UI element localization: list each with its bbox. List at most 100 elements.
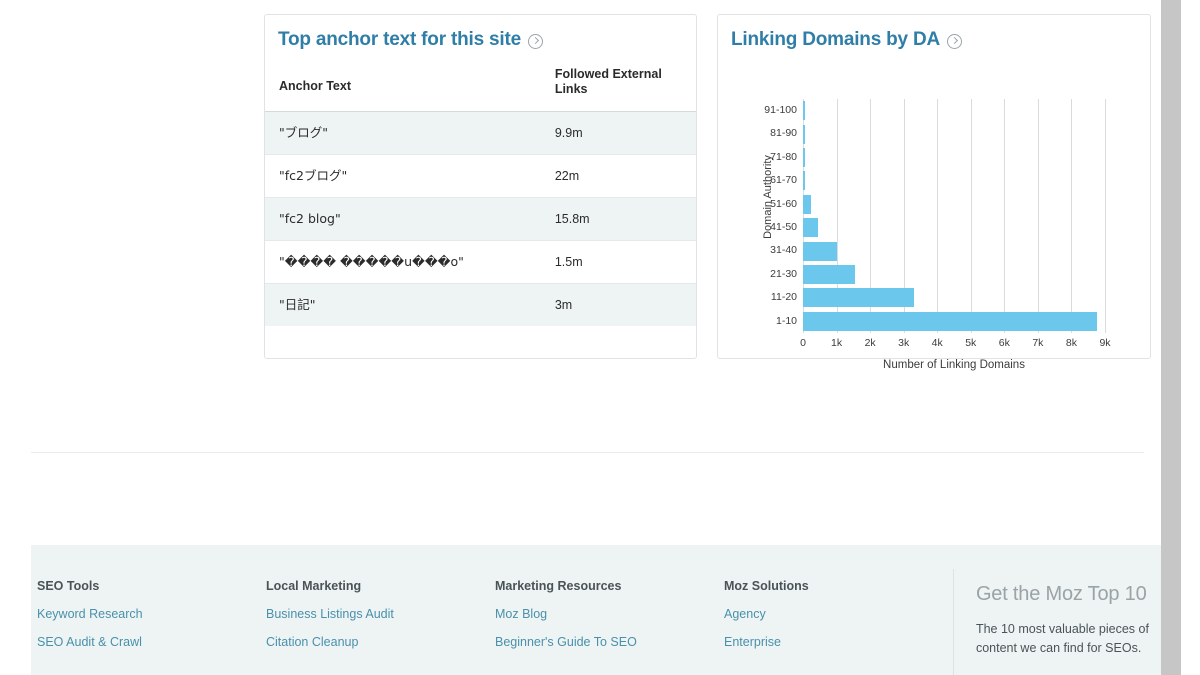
cell-followed-external-links: 1.5m bbox=[540, 240, 696, 284]
chart-y-tick-labels: 91-100 81-90 71-80 61-70 51-60 41-50 31-40 21-3… bbox=[735, 99, 797, 333]
bar-row-81-90[interactable] bbox=[803, 122, 1105, 145]
cell-followed-external-links: 15.8m bbox=[540, 197, 696, 241]
bar-11-20[interactable] bbox=[803, 288, 914, 308]
cards-region: Top anchor text for this site Anchor Tex… bbox=[0, 0, 1161, 440]
footer-link-moz-blog[interactable]: Moz Blog bbox=[495, 607, 724, 621]
bar-81-90[interactable] bbox=[803, 124, 805, 144]
footer-link-columns: SEO Tools Keyword Research SEO Audit & Cra… bbox=[31, 545, 953, 675]
bar-row-1-10[interactable] bbox=[803, 310, 1105, 333]
chart-x-tick-6: 6k bbox=[998, 337, 1010, 349]
chart-x-tick-3: 3k bbox=[898, 337, 910, 349]
cell-anchor-text: "���� �����u���o" bbox=[265, 240, 541, 284]
chart-x-tick-5: 5k bbox=[965, 337, 977, 349]
bar-row-31-40[interactable] bbox=[803, 239, 1105, 262]
chart-y-tick-5: 41-50 bbox=[770, 220, 797, 233]
cell-followed-external-links: 9.9m bbox=[540, 111, 696, 155]
bar-row-71-80[interactable] bbox=[803, 146, 1105, 169]
chart-x-tick-4: 4k bbox=[931, 337, 943, 349]
table-row[interactable]: "fc2 blog" 15.8m bbox=[265, 197, 696, 241]
bar-31-40[interactable] bbox=[803, 241, 837, 261]
chart-y-tick-4: 51-60 bbox=[770, 197, 797, 210]
footer-link-agency[interactable]: Agency bbox=[724, 607, 953, 621]
bar-row-11-20[interactable] bbox=[803, 286, 1105, 309]
table-row[interactable]: "日記" 3m bbox=[265, 283, 696, 326]
anchor-text-table: Anchor Text Followed External Links "ブログ… bbox=[265, 67, 696, 326]
right-padding bbox=[1181, 0, 1200, 675]
footer-column-heading: Local Marketing bbox=[266, 579, 362, 593]
chart-y-tick-6: 31-40 bbox=[770, 244, 797, 257]
bar-51-60[interactable] bbox=[803, 194, 812, 214]
linking-domains-by-da-card: Linking Domains by DA Domain Authority 9… bbox=[717, 14, 1151, 371]
chart-x-tick-0: 0 bbox=[800, 337, 806, 349]
promo-body: The 10 most valuable pieces of content w… bbox=[975, 622, 1149, 655]
bar-61-70[interactable] bbox=[803, 171, 805, 191]
chart-x-axis-title: Number of Linking Domains bbox=[883, 359, 1025, 371]
footer-column-local-marketing: Local Marketing Business Listings Audit Ci… bbox=[266, 579, 495, 675]
bar-21-30[interactable] bbox=[803, 264, 855, 284]
chart-y-tick-9: 1-10 bbox=[775, 314, 797, 327]
cell-followed-external-links: 3m bbox=[554, 298, 573, 312]
da-chart-title: Linking Domains by DA bbox=[731, 29, 941, 50]
chart-plot-area: 91-100 81-90 71-80 61-70 51-60 41-50 31-40 21-3… bbox=[764, 99, 1111, 371]
chart-bars bbox=[803, 99, 1105, 333]
moz-top-10-promo: Get the Moz Top 10 The 10 most valuable … bbox=[954, 545, 1161, 675]
table-row[interactable]: "fc2ブログ" 22m bbox=[265, 154, 696, 198]
column-header-followed-external-links[interactable]: Followed External Links bbox=[541, 67, 696, 112]
bar-41-50[interactable] bbox=[803, 218, 819, 238]
gridline-9 bbox=[1105, 99, 1106, 333]
da-card-header: Linking Domains by DA bbox=[718, 15, 1150, 51]
chart-x-tick-9: 9k bbox=[1099, 337, 1111, 349]
footer-column-moz-solutions: Moz Solutions Agency Enterprise bbox=[724, 579, 953, 675]
footer-column-seo-tools: SEO Tools Keyword Research SEO Audit & Cra… bbox=[37, 579, 266, 675]
bar-row-21-30[interactable] bbox=[803, 263, 1105, 286]
cell-anchor-text: "fc2 blog" bbox=[265, 197, 541, 241]
chart-x-tick-2: 2k bbox=[864, 337, 876, 349]
footer-column-marketing-resources: Marketing Resources Moz Blog Beginner's Gu… bbox=[495, 579, 724, 675]
footer-link-keyword-research[interactable]: Keyword Research bbox=[37, 607, 266, 621]
chart-x-tick-8: 8k bbox=[1065, 337, 1077, 349]
cell-anchor-text: "ブログ" bbox=[265, 111, 541, 155]
table-row[interactable]: "���� �����u���o" 1.5m bbox=[265, 240, 696, 284]
table-row[interactable]: "ブログ" 9.9m bbox=[265, 111, 696, 155]
footer-link-business-listings-audit[interactable]: Business Listings Audit bbox=[266, 607, 495, 621]
cell-anchor-text: "fc2ブログ" bbox=[265, 154, 541, 198]
footer-divider bbox=[31, 452, 1144, 453]
footer-link-enterprise[interactable]: Enterprise bbox=[724, 635, 953, 649]
footer-column-heading: Marketing Resources bbox=[495, 579, 622, 593]
footer-link-beginner-s-guide-to-seo[interactable]: Beginner's Guide To SEO bbox=[495, 635, 724, 649]
bar-91-100[interactable] bbox=[803, 101, 805, 121]
footer-link-seo-audit-crawl[interactable]: SEO Audit & Crawl bbox=[37, 635, 266, 649]
column-header-anchor-text[interactable]: Anchor Text bbox=[265, 67, 541, 112]
anchor-table-head: Anchor Text Followed External Links bbox=[265, 67, 696, 112]
page-viewport: Top anchor text for this site Anchor Tex… bbox=[0, 0, 1161, 675]
table-header-row: Anchor Text Followed External Links bbox=[265, 67, 696, 112]
bar-1-10[interactable] bbox=[803, 311, 1097, 331]
footer-column-heading: Moz Solutions bbox=[724, 579, 809, 593]
top-anchor-text-card: Top anchor text for this site Anchor Tex… bbox=[264, 14, 697, 359]
chart-x-tick-1: 1k bbox=[831, 337, 843, 349]
bar-71-80[interactable] bbox=[803, 147, 805, 167]
bar-row-61-70[interactable] bbox=[803, 169, 1105, 192]
anchor-table-body: "ブログ" 9.9m "fc2ブログ" 22m "fc2 blog" 15.8m… bbox=[265, 111, 696, 326]
cell-followed-external-links: 22m bbox=[540, 154, 696, 198]
chart-y-tick-3: 61-70 bbox=[770, 174, 797, 187]
chart-y-tick-1: 81-90 bbox=[770, 127, 797, 140]
browser-scrollbar[interactable] bbox=[1161, 0, 1181, 675]
da-bar-chart: Domain Authority 91-100 81-90 71-80 61-70 51… bbox=[718, 51, 1150, 371]
chart-y-tick-0: 91-100 bbox=[764, 104, 797, 116]
anchor-card-header: Top anchor text for this site bbox=[265, 15, 696, 51]
cell-anchor-text: "日記" bbox=[279, 297, 316, 312]
info-chevron-icon[interactable] bbox=[527, 33, 543, 49]
chart-x-tick-labels: 0 1k 2k 3k 4k 5k 6k 7k 8k 9k bbox=[800, 337, 1110, 353]
bar-row-51-60[interactable] bbox=[803, 193, 1105, 216]
chart-y-tick-8: 11-20 bbox=[770, 291, 797, 304]
footer-top: MOZ ContactProductsAPIFree TrialTerms & … bbox=[0, 466, 1161, 528]
promo-heading: Get the Moz Top 10 bbox=[975, 583, 1147, 605]
chart-x-tick-7: 7k bbox=[1032, 337, 1044, 349]
bar-row-41-50[interactable] bbox=[803, 216, 1105, 239]
info-chevron-icon[interactable] bbox=[947, 33, 963, 49]
footer-bottom: SEO Tools Keyword Research SEO Audit & Cra… bbox=[31, 545, 1161, 675]
bar-row-91-100[interactable] bbox=[803, 99, 1105, 122]
chart-y-tick-2: 71-80 bbox=[770, 150, 797, 163]
footer-link-citation-cleanup[interactable]: Citation Cleanup bbox=[266, 635, 495, 649]
